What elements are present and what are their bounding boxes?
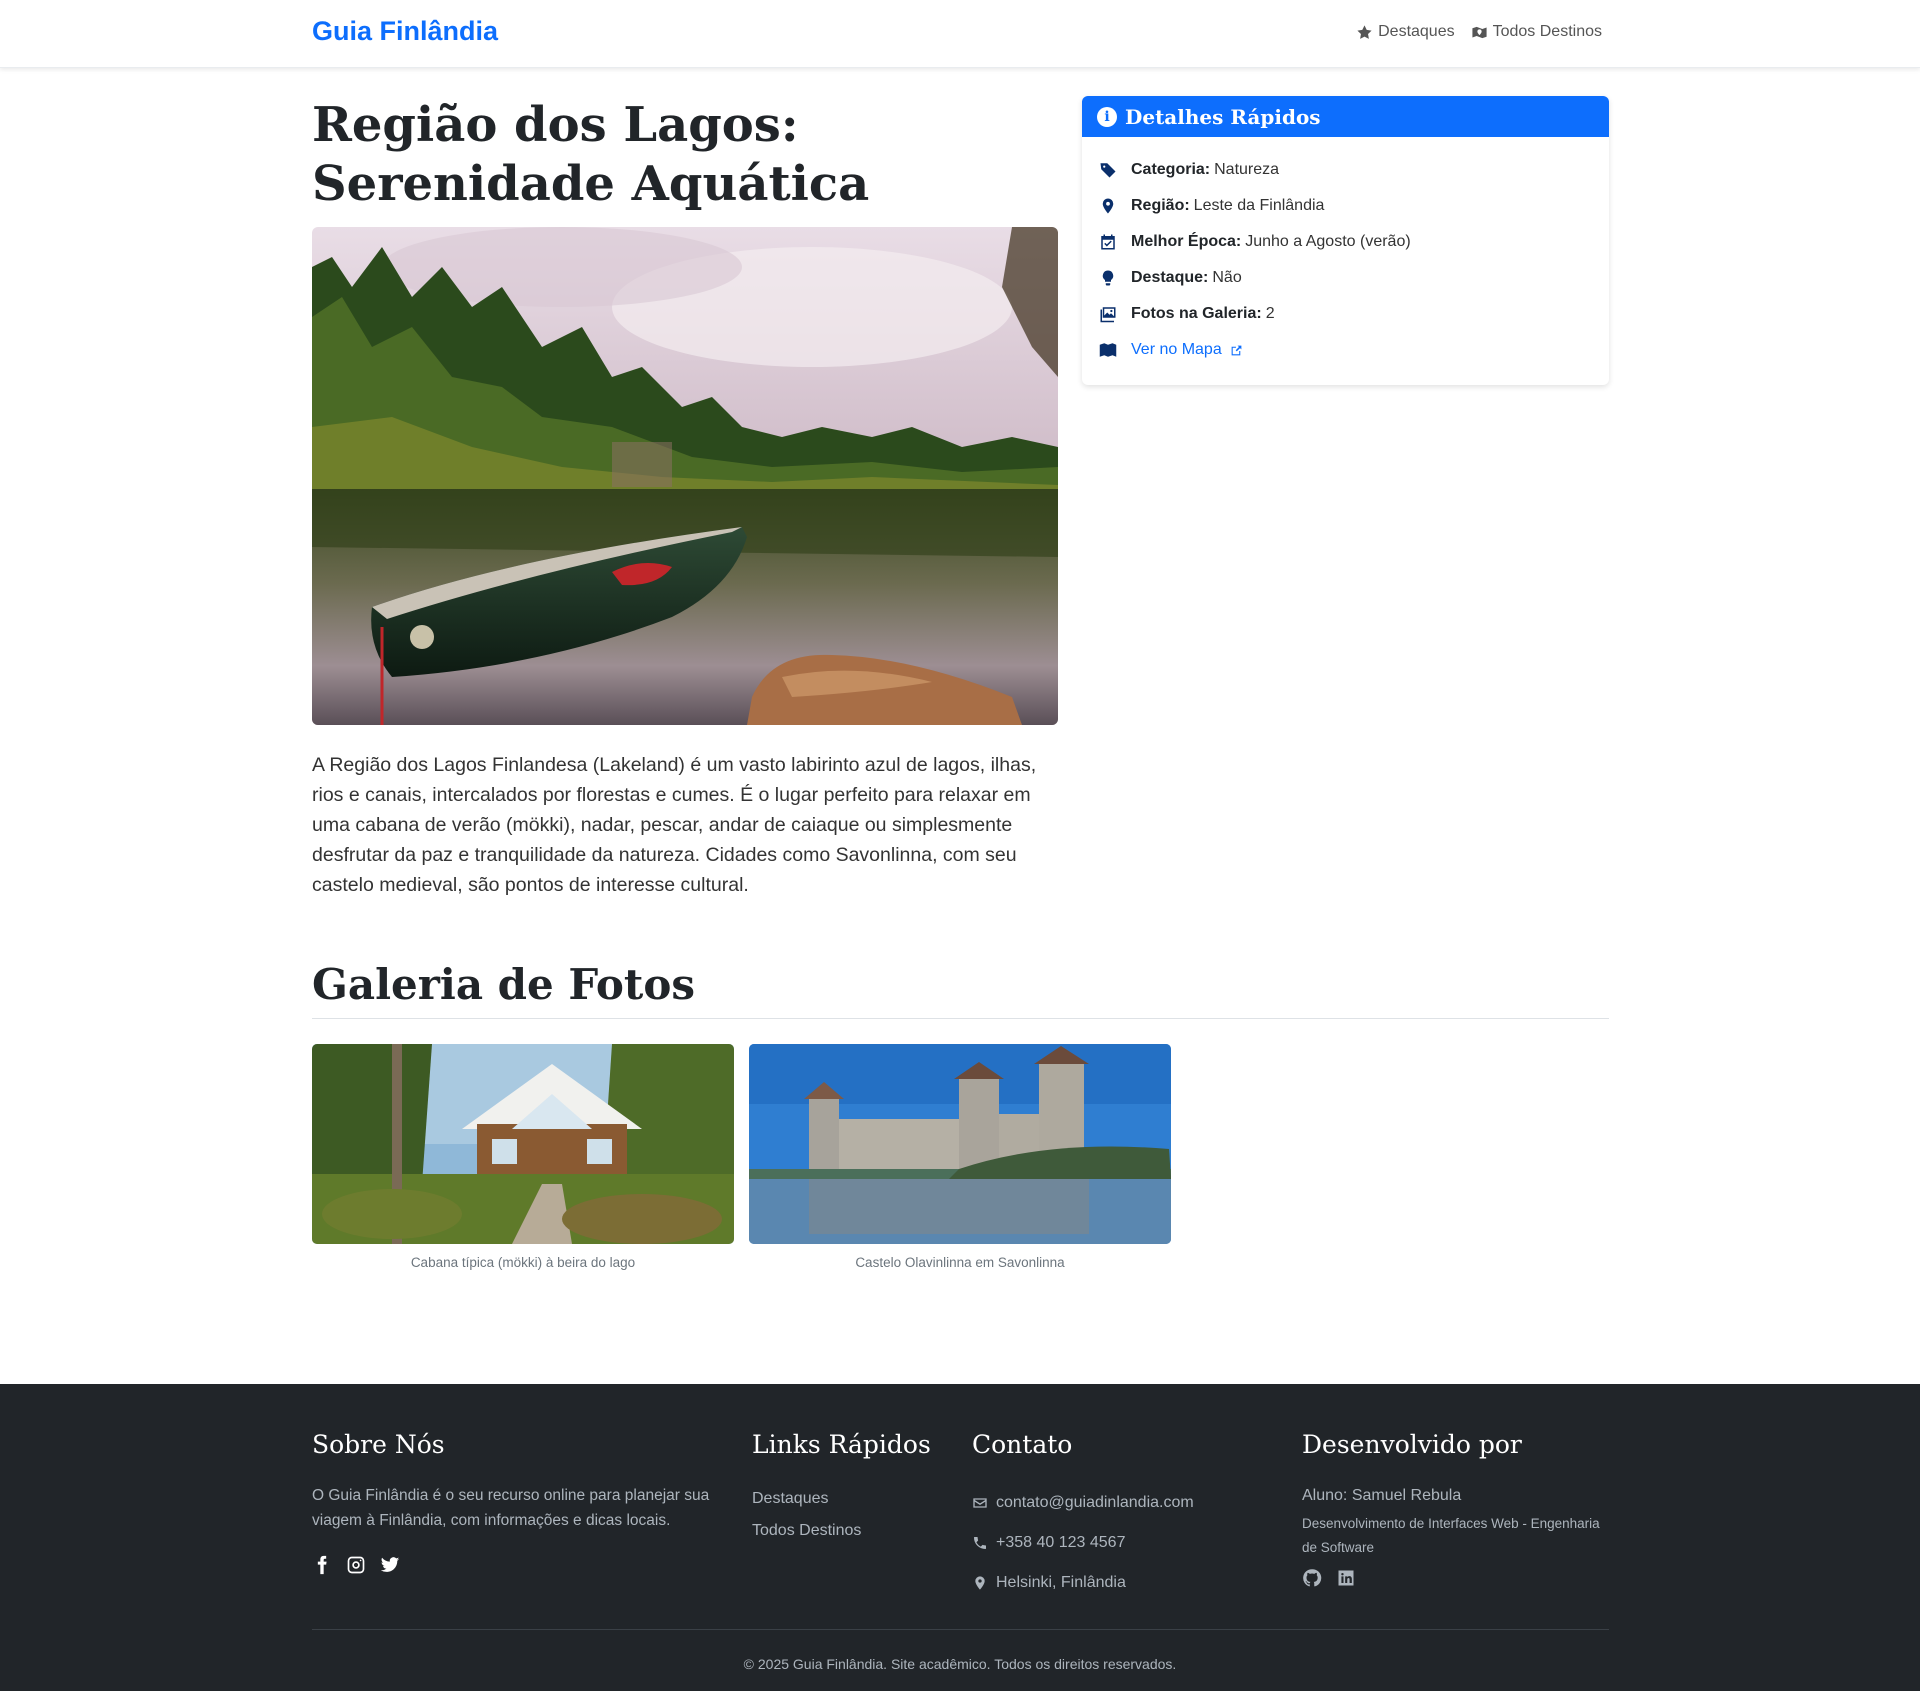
detail-label: Região: <box>1131 197 1190 214</box>
gallery-divider <box>312 1018 1609 1019</box>
footer-dev: Desenvolvido por Aluno: Samuel Rebula De… <box>1302 1430 1610 1593</box>
detail-melhor-epoca: Melhor Época: Junho a Agosto (verão) <box>1099 224 1592 260</box>
detail-regiao: Região: Leste da Finlândia <box>1099 188 1592 224</box>
footer-divider <box>312 1629 1609 1630</box>
detail-value: Natureza <box>1214 161 1280 178</box>
nav-link-label: Todos Destinos <box>1492 23 1602 40</box>
view-on-map-link[interactable]: Ver no Mapa <box>1131 341 1243 359</box>
gallery-image-cabin[interactable] <box>312 1044 734 1244</box>
contact-location: Helsinki, Finlândia <box>972 1563 1282 1603</box>
page-title: Região dos Lagos: Serenidade Aquática <box>312 97 870 212</box>
facebook-icon <box>317 1555 327 1575</box>
footer-about-title: Sobre Nós <box>312 1430 445 1459</box>
detail-label: Fotos na Galeria: <box>1131 305 1262 322</box>
quick-details-header: i Detalhes Rápidos <box>1082 96 1609 137</box>
envelope-icon <box>973 1498 987 1508</box>
tag-icon <box>1100 163 1116 178</box>
gallery-title: Galeria de Fotos <box>312 960 695 1009</box>
linkedin-link[interactable] <box>1336 1568 1356 1593</box>
nav-link-label: Destaques <box>1378 23 1455 40</box>
linkedin-icon <box>1338 1570 1354 1586</box>
gallery-item[interactable]: Castelo Olavinlinna em Savonlinna <box>749 1044 1171 1270</box>
gallery-item[interactable]: Cabana típica (mökki) à beira do lago <box>312 1044 734 1270</box>
twitter-link[interactable] <box>380 1555 400 1580</box>
map-icon <box>1099 343 1117 357</box>
copyright-text: © 2025 Guia Finlândia. Site acadêmico. T… <box>743 1656 1177 1672</box>
contact-phone-text: +358 40 123 4567 <box>996 1534 1126 1551</box>
footer-about: Sobre Nós O Guia Finlândia é o seu recur… <box>312 1430 722 1580</box>
footer-link-todos-destinos[interactable]: Todos Destinos <box>752 1515 942 1547</box>
detail-map: Ver no Mapa <box>1099 332 1592 368</box>
contact-phone: +358 40 123 4567 <box>972 1523 1282 1563</box>
top-navbar: Guia Finlândia Destaques Todos Destinos <box>0 0 1920 68</box>
quick-details-card: i Detalhes Rápidos Categoria: Natureza R… <box>1082 96 1609 385</box>
instagram-link[interactable] <box>346 1555 366 1580</box>
brand-logo-link[interactable]: Guia Finlândia <box>312 16 498 47</box>
nav-link-destaques[interactable]: Destaques <box>1356 23 1455 41</box>
detail-value: Não <box>1212 269 1242 286</box>
contact-email: contato@guiadinlandia.com <box>972 1483 1282 1523</box>
footer-contact-title: Contato <box>972 1430 1073 1459</box>
hero-image-lake-canoe <box>312 227 1058 725</box>
instagram-icon <box>347 1556 365 1574</box>
info-circle-icon: i <box>1097 106 1117 127</box>
footer-dev-student: Aluno: Samuel Rebula <box>1302 1487 1462 1504</box>
detail-value: Leste da Finlândia <box>1193 197 1325 214</box>
detail-label: Categoria: <box>1131 161 1211 178</box>
detail-value: Junho a Agosto (verão) <box>1245 233 1411 250</box>
contact-email-text: contato@guiadinlandia.com <box>996 1494 1194 1511</box>
gallery-caption: Cabana típica (mökki) à beira do lago <box>410 1255 636 1270</box>
images-icon <box>1100 307 1116 323</box>
destination-description: A Região dos Lagos Finlandesa (Lakeland)… <box>312 754 1037 896</box>
footer-links-title: Links Rápidos <box>752 1430 931 1459</box>
footer-dev-title: Desenvolvido por <box>1302 1430 1522 1459</box>
site-footer: Sobre Nós O Guia Finlândia é o seu recur… <box>0 1384 1920 1691</box>
github-icon <box>1303 1569 1322 1587</box>
contact-location-text: Helsinki, Finlândia <box>996 1574 1126 1591</box>
twitter-icon <box>380 1557 400 1572</box>
footer-dev-course: Desenvolvimento de Interfaces Web - Enge… <box>1302 1516 1600 1555</box>
detail-value: 2 <box>1265 305 1275 322</box>
gallery-caption: Castelo Olavinlinna em Savonlinna <box>855 1255 1065 1270</box>
social-links <box>312 1555 722 1580</box>
detail-categoria: Categoria: Natureza <box>1099 152 1592 188</box>
footer-contact: Contato contato@guiadinlandia.com +358 4… <box>972 1430 1282 1603</box>
location-pin-icon <box>1102 198 1114 214</box>
footer-about-text: O Guia Finlândia é o seu recurso online … <box>312 1487 710 1529</box>
lightbulb-icon <box>1102 270 1114 286</box>
footer-link-destaques[interactable]: Destaques <box>752 1483 942 1515</box>
quick-details-title: Detalhes Rápidos <box>1125 104 1321 129</box>
nav-link-todos-destinos[interactable]: Todos Destinos <box>1471 23 1602 41</box>
detail-label: Destaque: <box>1131 269 1209 286</box>
location-pin-icon <box>975 1576 985 1590</box>
gallery-image-castle[interactable] <box>749 1044 1171 1244</box>
detail-fotos-galeria: Fotos na Galeria: 2 <box>1099 296 1592 332</box>
star-icon <box>1357 24 1372 39</box>
dev-links <box>1302 1568 1610 1593</box>
nav-links: Destaques Todos Destinos <box>1356 23 1602 41</box>
external-link-icon <box>1231 345 1242 355</box>
phone-icon <box>974 1537 986 1549</box>
github-link[interactable] <box>1302 1568 1322 1593</box>
detail-destaque: Destaque: Não <box>1099 260 1592 296</box>
footer-links: Links Rápidos Destaques Todos Destinos <box>752 1430 942 1547</box>
quick-details-body: Categoria: Natureza Região: Leste da Fin… <box>1082 137 1609 383</box>
facebook-link[interactable] <box>312 1555 332 1580</box>
map-location-icon <box>1472 26 1487 38</box>
calendar-check-icon <box>1101 234 1115 250</box>
detail-label: Melhor Época: <box>1131 233 1242 250</box>
view-on-map-label: Ver no Mapa <box>1131 341 1222 358</box>
